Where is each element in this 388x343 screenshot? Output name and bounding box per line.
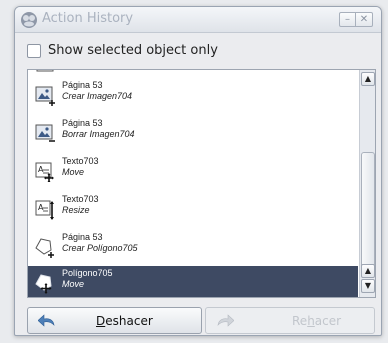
- minimize-button[interactable]: –: [339, 12, 356, 27]
- scroll-up-button-lower[interactable]: ▲: [361, 264, 375, 278]
- undo-mnemonic: D: [96, 314, 106, 328]
- vertical-scrollbar[interactable]: ▲ ▲ ▼: [359, 70, 375, 297]
- item-action: Crear Imagen704: [62, 91, 133, 101]
- redo-label-pre: Re: [292, 314, 308, 328]
- polygon-move-icon: [35, 274, 52, 294]
- image-remove-icon: [35, 124, 55, 142]
- list-item[interactable]: Página 53 Borrar Imagen704: [28, 116, 358, 152]
- item-title: Página 53: [62, 232, 103, 242]
- item-title: Texto703: [62, 156, 99, 166]
- undo-label-rest: eshacer: [105, 314, 153, 328]
- scroll-down-button[interactable]: ▼: [361, 279, 375, 293]
- item-action: Resize: [62, 205, 90, 215]
- item-title: Texto703: [62, 194, 99, 204]
- undo-button[interactable]: Deshacer: [27, 307, 202, 334]
- action-history-window: Action History – ✕ Show selected object …: [14, 6, 382, 336]
- list-item-selected[interactable]: Polígono705 Move: [28, 266, 358, 297]
- undo-label: Deshacer: [96, 314, 153, 328]
- text-move-icon: A: [35, 162, 54, 182]
- item-action: Crear Polígono705: [62, 243, 138, 253]
- scroll-up-button[interactable]: ▲: [361, 72, 375, 86]
- undo-icon: [38, 314, 55, 327]
- list-item-partial[interactable]: [28, 70, 358, 75]
- close-button[interactable]: ✕: [356, 12, 373, 27]
- item-title: Página 53: [62, 80, 103, 90]
- show-selected-label[interactable]: Show selected object only: [48, 43, 218, 58]
- app-icon: [21, 12, 37, 28]
- window-title: Action History: [42, 11, 134, 26]
- list-item[interactable]: Página 53 Crear Polígono705: [28, 230, 358, 266]
- redo-button[interactable]: Rehacer: [205, 307, 375, 334]
- redo-icon: [217, 314, 234, 327]
- redo-label-rest: acer: [314, 314, 342, 328]
- list-item[interactable]: Página 53 Crear Imagen704: [28, 78, 358, 114]
- polygon-add-icon: [35, 238, 54, 258]
- redo-label: Rehacer: [292, 314, 341, 328]
- redo-mnemonic: h: [307, 314, 315, 328]
- list-item[interactable]: A Texto703 Move: [28, 154, 358, 190]
- item-action: Borrar Imagen704: [62, 129, 135, 139]
- scroll-thumb[interactable]: [361, 152, 375, 274]
- image-add-icon: [35, 86, 55, 106]
- item-title: Polígono705: [62, 268, 113, 278]
- text-resize-icon: A: [35, 200, 54, 220]
- item-action: Move: [62, 279, 85, 289]
- title-bar[interactable]: Action History – ✕: [15, 7, 381, 33]
- item-title: Página 53: [62, 118, 103, 128]
- item-action: Move: [62, 167, 85, 177]
- history-list: Página 53 Crear Imagen704 Página 53 Borr…: [27, 69, 376, 298]
- show-selected-checkbox[interactable]: [27, 44, 41, 58]
- list-item[interactable]: A Texto703 Resize: [28, 192, 358, 228]
